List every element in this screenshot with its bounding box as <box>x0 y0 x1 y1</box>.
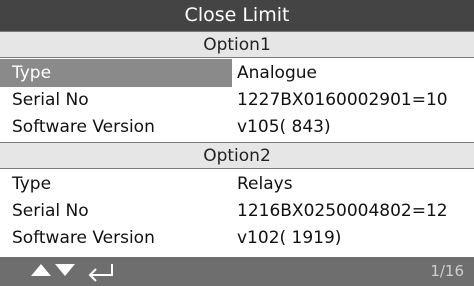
row-value: Analogue <box>237 63 317 83</box>
row-value: 1216BX0250004802=12 <box>237 201 448 221</box>
row-label: Serial No <box>12 90 89 110</box>
list-item-option1-type[interactable]: Type Analogue <box>0 59 474 87</box>
row-label: Type <box>12 174 52 194</box>
section-header-option2: Option2 <box>0 142 474 169</box>
row-value: v102( 1919) <box>237 228 342 248</box>
list-item-option1-software[interactable]: Software Version v105( 843) <box>0 113 474 141</box>
row-value: Relays <box>237 174 293 194</box>
enter-icon[interactable] <box>86 262 114 286</box>
down-arrow-icon[interactable] <box>54 262 76 281</box>
list-item-option2-type[interactable]: Type Relays <box>0 170 474 198</box>
row-label: Software Version <box>12 228 155 248</box>
list-item-option2-software[interactable]: Software Version v102( 1919) <box>0 224 474 252</box>
list-item-option1-serial[interactable]: Serial No 1227BX0160002901=10 <box>0 86 474 114</box>
row-label: Software Version <box>12 117 155 137</box>
page-title: Close Limit <box>0 0 474 31</box>
row-label: Type <box>0 59 232 87</box>
row-value: 1227BX0160002901=10 <box>237 90 448 110</box>
footer-bar: 1/16 <box>0 257 474 286</box>
list-item-option2-serial[interactable]: Serial No 1216BX0250004802=12 <box>0 197 474 225</box>
page-indicator: 1/16 <box>430 262 464 280</box>
section-header-option1: Option1 <box>0 31 474 58</box>
row-value: v105( 843) <box>237 117 331 137</box>
row-label: Serial No <box>12 201 89 221</box>
up-arrow-icon[interactable] <box>30 262 52 281</box>
nav-arrows <box>30 262 76 281</box>
lcd-screen: Close Limit Option1 Type Analogue Serial… <box>0 0 474 286</box>
